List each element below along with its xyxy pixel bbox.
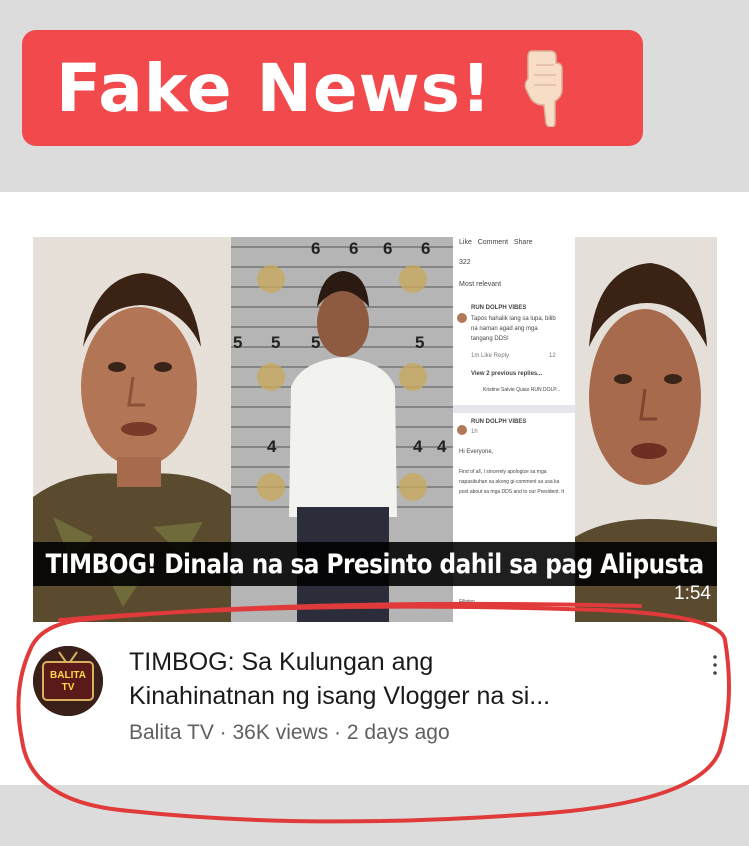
fb-replier: Kristine Salvie Quiao RUN DOLP... — [483, 387, 561, 393]
ruler-label: 4 — [267, 437, 277, 456]
fb-post-text: Hi Everyone, — [459, 449, 494, 455]
fb-sort: Most relevant — [459, 281, 502, 288]
fb-author: RUN DOLPH VIBES — [471, 419, 527, 425]
fb-like: Like — [459, 239, 472, 246]
video-title[interactable]: TIMBOG: Sa Kulungan ang Kinahinatnan ng … — [129, 645, 699, 713]
channel-avatar[interactable]: BALITA TV — [33, 646, 103, 716]
ruler-label: 6 — [311, 239, 321, 258]
fb-comment-text: Tapos hahalik lang sa lupa, bilib — [471, 316, 556, 322]
fb-avatar — [457, 313, 467, 323]
fb-comment: Comment — [477, 239, 509, 246]
video-title-line: Kinahinatnan ng isang Vlogger na si... — [129, 682, 551, 710]
video-duration: 1:54 — [674, 583, 711, 604]
ruler-label: 6 — [383, 239, 393, 258]
fb-post-text: post about sa mga DDS and to our Preside… — [459, 489, 565, 495]
fb-avatar — [457, 425, 467, 435]
ruler-label: 5 — [311, 333, 321, 352]
fb-share: Share — [513, 239, 533, 246]
fb-post-time: 1h — [471, 429, 478, 435]
video-thumbnail[interactable]: 6 6 6 6 5 5 5 5 4 4 4 Like Comment Share… — [33, 237, 717, 622]
ruler-label: 6 — [349, 239, 359, 258]
view-count: 36K views — [232, 721, 329, 744]
ruler-label: 6 — [421, 239, 431, 258]
fb-comment-text: na naman agad ang mga — [471, 326, 538, 332]
video-title-line: TIMBOG: Sa Kulungan ang — [129, 648, 434, 676]
fb-post-text: First of all, I sincerely apologize sa m… — [459, 469, 547, 475]
fb-comment-text: tangang DDS! — [471, 336, 509, 342]
ruler-label: 4 — [437, 437, 447, 456]
banner-title: Fake News! — [56, 49, 492, 127]
video-meta: Balita TV · 36K views · 2 days ago — [129, 721, 450, 744]
fb-reply-meta: 1m Like Reply — [471, 353, 510, 359]
upload-age: 2 days ago — [346, 721, 450, 744]
fb-view-replies: View 2 previous replies... — [471, 371, 543, 377]
ruler-label: 5 — [271, 333, 281, 352]
channel-name[interactable]: Balita TV — [129, 721, 214, 744]
fb-action-row: Like Comment Share — [459, 239, 533, 246]
pointing-down-hand-icon — [522, 49, 568, 128]
fb-author: RUN DOLPH VIBES — [471, 305, 527, 311]
ruler-label: 4 — [413, 437, 423, 456]
thumbnail-caption-bar: TIMBOG! Dinala na sa Presinto dahil sa p… — [33, 542, 717, 586]
fake-news-banner: Fake News! — [22, 30, 643, 146]
fb-post-text: Filipino. — [459, 599, 477, 605]
more-options-icon[interactable] — [713, 655, 717, 675]
thumbnail-caption: TIMBOG! Dinala na sa Presinto dahil sa p… — [45, 548, 705, 580]
channel-avatar-text: BALITA — [50, 670, 86, 681]
ruler-label: 5 — [233, 333, 243, 352]
ruler-label: 5 — [415, 333, 425, 352]
video-info[interactable]: BALITA TV TIMBOG: Sa Kulungan ang Kinahi… — [33, 645, 717, 755]
fb-reply-count: 12 — [549, 353, 556, 359]
fb-post-text: napasikuhan sa akong gi-comment sa usa k… — [459, 479, 560, 485]
channel-avatar-text: TV — [61, 682, 75, 693]
fb-reaction-count: 322 — [459, 259, 471, 266]
